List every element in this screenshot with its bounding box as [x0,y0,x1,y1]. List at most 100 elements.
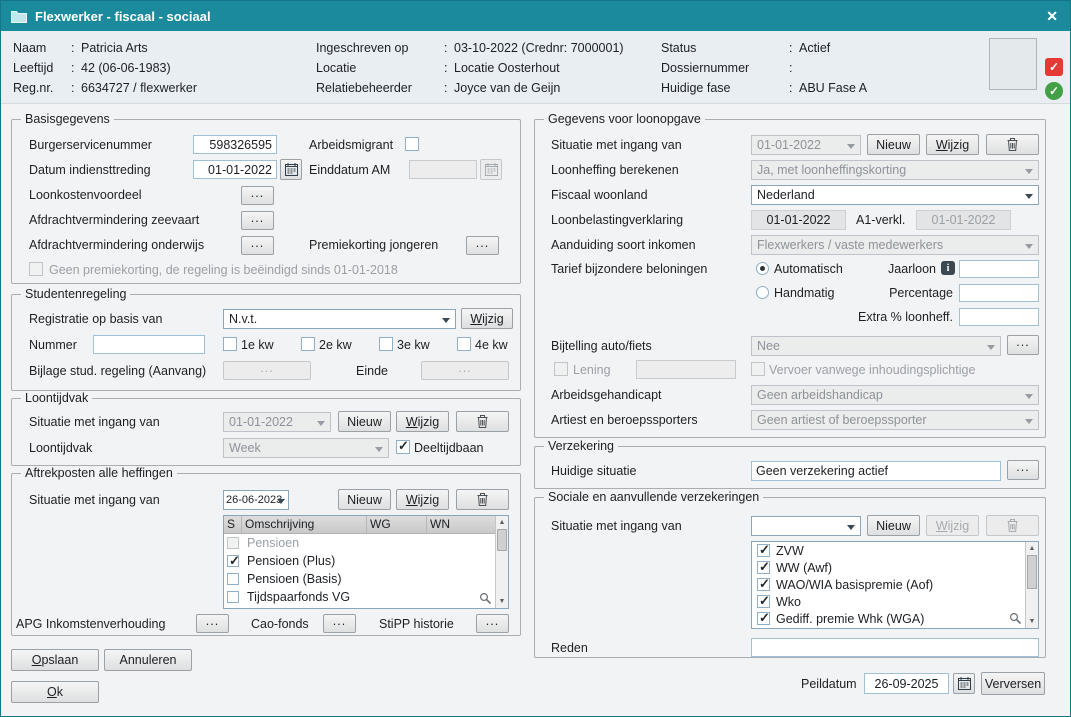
jaarloon-input[interactable] [959,260,1039,278]
row-checkbox[interactable] [227,573,239,585]
verzekering-more-button[interactable]: ... [1007,460,1039,480]
group-title: Gegevens voor loonopgave [544,112,705,127]
bsn-input[interactable] [193,135,277,154]
info-icon[interactable]: i [941,261,955,275]
loonkostenvoordeel-more-button[interactable]: ... [241,186,274,205]
woonland-select[interactable]: Nederland [751,185,1039,205]
sociale-situatie-select[interactable] [751,516,861,536]
list-item[interactable]: Gediff. premie Whk (WGA) [752,610,1038,627]
kw1-checkbox[interactable] [223,337,237,351]
apg-more-button[interactable]: ... [196,614,229,633]
aftrek-nieuw-button[interactable]: Nieuw [338,489,391,510]
photo-placeholder [989,38,1037,90]
registratie-select[interactable]: N.v.t. [223,309,456,329]
aftrek-situatie-label: Situatie met ingang van [29,493,160,508]
reden-input[interactable] [751,638,1039,657]
item-checkbox[interactable] [757,595,770,608]
row-checkbox[interactable] [227,555,239,567]
loonbelastingverklaring-date[interactable]: 01-01-2022 [751,210,846,230]
sociale-nieuw-button[interactable]: Nieuw [867,515,920,536]
scroll-up-icon[interactable]: ▲ [496,516,508,529]
scroll-down-icon[interactable]: ▼ [1026,615,1038,628]
table-row[interactable]: Pensioen (Basis) [224,570,508,588]
arbeidsmigrant-checkbox[interactable] [405,137,419,151]
tijdvak-wijzig-button[interactable]: Wijzig [396,411,449,432]
kw4-checkbox[interactable] [457,337,471,351]
handmatig-radio[interactable] [756,286,769,299]
table-row[interactable]: Pensioen [224,534,508,552]
onderwijs-more-button[interactable]: ... [241,236,274,255]
table-row[interactable]: Tijdspaarfonds VG [224,588,508,606]
loonopgave-delete-button[interactable] [986,134,1039,155]
nummer-input[interactable] [93,335,205,354]
close-icon[interactable]: ✕ [1046,8,1058,25]
opslaan-button[interactable]: Opslaan [11,649,99,671]
scroll-thumb[interactable] [1027,555,1037,589]
row-checkbox[interactable] [227,591,239,603]
aftrek-delete-button[interactable] [456,489,509,510]
group-title: Aftrekposten alle heffingen [21,466,177,481]
extra-loonheffing-input[interactable] [959,308,1039,326]
calendar-button[interactable] [953,673,975,694]
search-icon[interactable] [479,592,492,605]
vervoer-label: Vervoer vanwege inhoudingsplichtige [769,363,975,378]
onderwijs-label: Afdrachtvermindering onderwijs [29,238,204,253]
list-item[interactable]: ZVW [752,542,1038,559]
verversen-button[interactable]: Verversen [981,672,1045,695]
scroll-up-icon[interactable]: ▲ [1026,542,1038,555]
search-icon[interactable] [1009,612,1022,625]
item-checkbox[interactable] [757,561,770,574]
list-item[interactable]: Wko [752,593,1038,610]
aftrek-wijzig-button[interactable]: Wijzig [396,489,449,510]
aftrek-situatie-select[interactable]: 26-06-2023 [223,490,289,510]
col-header-wn: WN [427,516,495,533]
woonland-label: Fiscaal woonland [551,188,648,203]
list-item[interactable]: WW (Awf) [752,559,1038,576]
colon: : [444,61,447,76]
table-scrollbar[interactable]: ▲ ▼ [495,516,508,608]
extra-loonheffing-label: Extra % loonheff. [831,310,953,325]
selected-value: 26-06-2023 [226,494,282,506]
dots-label: ... [458,361,471,375]
item-checkbox[interactable] [757,578,770,591]
zeevaart-more-button[interactable]: ... [241,211,274,230]
ingeschreven-value: 03-10-2022 (Crednr: 7000001) [454,41,624,56]
window-title: Flexwerker - fiscaal - sociaal [35,9,211,24]
percentage-input[interactable] [959,284,1039,302]
registratie-wijzig-button[interactable]: Wijzig [461,308,513,329]
premiekorting-more-button[interactable]: ... [466,236,499,255]
loonopgave-wijzig-button[interactable]: Wijzig [926,134,979,155]
item-checkbox[interactable] [757,612,770,625]
indiensttreding-input[interactable] [193,160,277,179]
status-label: Status [661,41,696,56]
naam-label: Naam [13,41,46,56]
scroll-down-icon[interactable]: ▼ [496,595,508,608]
loonopgave-nieuw-button[interactable]: Nieuw [867,134,920,155]
selected-value: 01-01-2022 [757,138,821,152]
tijdvak-nieuw-button[interactable]: Nieuw [338,411,391,432]
calendar-button[interactable] [280,159,302,180]
geen-premiekorting-label: Geen premiekorting, de regeling is beëin… [49,263,398,278]
ok-button[interactable]: Ok [11,681,99,703]
tijdvak-delete-button[interactable] [456,411,509,432]
kw3-checkbox[interactable] [379,337,393,351]
kw2-checkbox[interactable] [301,337,315,351]
bijtelling-more-button[interactable]: ... [1007,335,1039,355]
artiest-label: Artiest en beroepssporters [551,413,698,428]
arbeidsgehandicapt-select: Geen arbeidshandicap [751,385,1039,405]
group-title: Verzekering [544,439,618,454]
annuleren-button[interactable]: Annuleren [104,649,192,671]
dots-label: ... [476,236,489,250]
automatisch-radio[interactable] [756,262,769,275]
deeltijdbaan-checkbox[interactable] [396,440,410,454]
list-scrollbar[interactable]: ▲ ▼ [1025,542,1038,628]
stipp-more-button[interactable]: ... [476,614,509,633]
scroll-thumb[interactable] [497,529,507,551]
list-item[interactable]: WAO/WIA basispremie (Aof) [752,576,1038,593]
peildatum-input[interactable] [864,673,949,694]
item-checkbox[interactable] [757,544,770,557]
selected-value: Flexwerkers / vaste medewerkers [757,238,943,252]
table-row[interactable]: Pensioen (Plus) [224,552,508,570]
cao-fonds-more-button[interactable]: ... [323,614,356,633]
soort-inkomen-label: Aanduiding soort inkomen [551,238,696,253]
